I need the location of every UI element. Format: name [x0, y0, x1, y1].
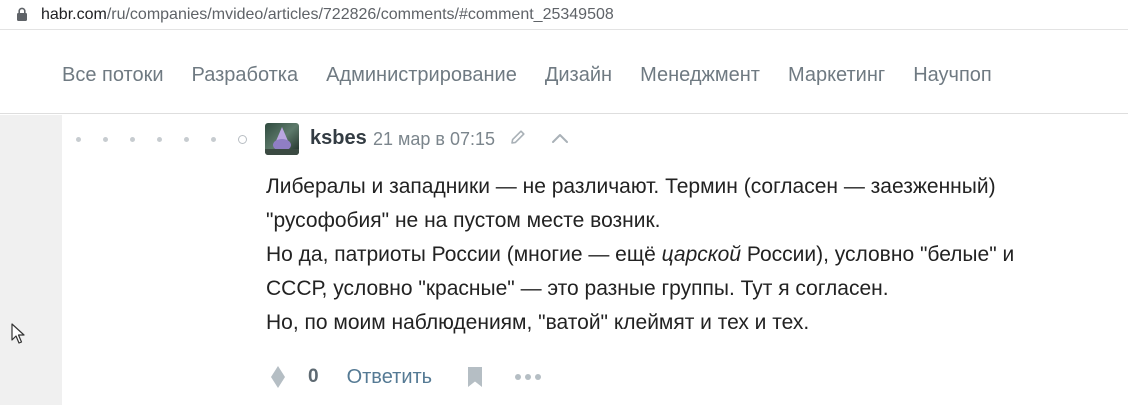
thread-dot	[76, 137, 81, 142]
thread-parent-ring[interactable]	[238, 135, 247, 144]
comment-author[interactable]: ksbes	[310, 126, 367, 150]
comment-line: "русофобия" не на пустом месте возник.	[266, 209, 661, 232]
comment-line: Но, по моим наблюдениям, "ватой" клеймят…	[266, 311, 810, 334]
nav-item-management[interactable]: Менеджмент	[640, 63, 760, 87]
more-dots-icon[interactable]	[514, 373, 542, 381]
nav-item-all-flows[interactable]: Все потоки	[62, 63, 164, 87]
thread-dot	[211, 137, 216, 142]
comment-line: Либералы и западники — не различают. Тер…	[266, 175, 996, 198]
comment: ksbes 21 мар в 07:15 Либералы и западник…	[62, 115, 1128, 405]
url-path: /ru/companies/mvideo/articles/722826/com…	[106, 6, 614, 23]
thread-indent-dots	[76, 135, 269, 144]
url-text[interactable]: habr.com/ru/companies/mvideo/articles/72…	[41, 6, 614, 24]
comment-text: Но да, патриоты России (многие — ещё	[266, 243, 662, 266]
top-nav: Все потоки Разработка Администрирование …	[0, 36, 1128, 114]
comment-footer: 0 Ответить	[270, 362, 542, 392]
thread-dot	[184, 137, 189, 142]
comment-score: 0	[308, 366, 319, 387]
thread-dot	[103, 137, 108, 142]
mouse-cursor-icon	[11, 323, 25, 344]
comment-text: России), условно "белые" и	[741, 243, 1015, 266]
avatar[interactable]	[265, 123, 299, 155]
reply-button[interactable]: Ответить	[347, 366, 433, 389]
comment-line: Но да, патриоты России (многие — ещё цар…	[266, 238, 1116, 272]
left-gutter	[0, 115, 62, 405]
comment-body: Либералы и западники — не различают. Тер…	[266, 170, 1116, 340]
nav-list: Все потоки Разработка Администрирование …	[62, 63, 1020, 87]
pencil-icon[interactable]	[509, 128, 527, 146]
thread-dot	[157, 137, 162, 142]
comment-line: СССР, условно "красные" — это разные гру…	[266, 277, 889, 300]
bookmark-icon[interactable]	[466, 366, 484, 388]
chevron-up-icon[interactable]	[551, 132, 569, 144]
nav-item-design[interactable]: Дизайн	[545, 63, 612, 87]
url-host: habr.com	[41, 6, 107, 23]
nav-item-marketing[interactable]: Маркетинг	[788, 63, 885, 87]
nav-item-administration[interactable]: Администрирование	[326, 63, 517, 87]
vote-diamond-icon[interactable]	[270, 365, 286, 389]
comment-italic-text: царской	[661, 243, 742, 266]
thread-dot	[130, 137, 135, 142]
nav-item-popsci[interactable]: Научпоп	[913, 63, 992, 87]
comment-date[interactable]: 21 мар в 07:15	[373, 128, 495, 150]
nav-item-development[interactable]: Разработка	[192, 63, 299, 87]
address-bar[interactable]: habr.com/ru/companies/mvideo/articles/72…	[0, 0, 1128, 30]
lock-icon[interactable]	[16, 7, 28, 21]
